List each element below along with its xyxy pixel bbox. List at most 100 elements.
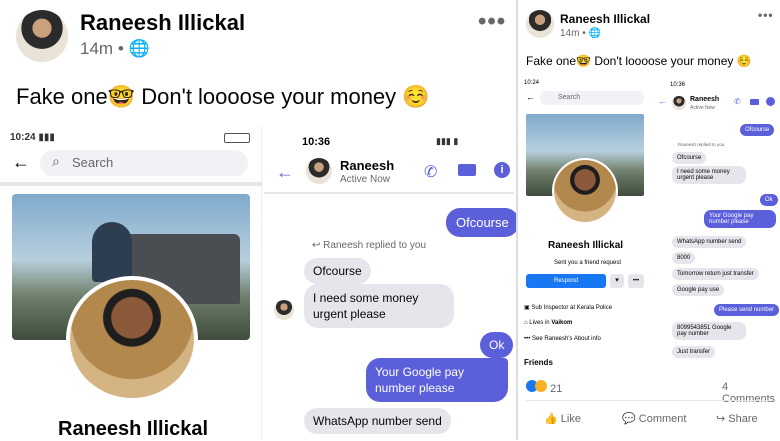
contact-status: Active Now [340, 174, 391, 185]
message-whatsapp[interactable]: WhatsApp number send [304, 408, 451, 434]
message-ofcourse-received[interactable]: Ofcourse [304, 258, 371, 284]
right-globe-icon: 🌐 [588, 28, 601, 39]
respond-more-button[interactable]: ••• [628, 274, 644, 288]
right-chat-time: 10:36 [670, 82, 686, 88]
right-author-name[interactable]: Raneesh Illickal [560, 12, 650, 26]
right-author-avatar[interactable] [526, 10, 554, 38]
right-back-icon[interactable]: ← [526, 92, 535, 102]
about-link[interactable]: ••• See Raneesh's About info [524, 336, 601, 342]
right-chat-back-icon[interactable]: ← [658, 96, 667, 106]
right-screenshot-chat: 10:36 ← Raneesh Active Now ✆ Ofcourse Ra… [654, 78, 780, 372]
right-msg-just-transfer: Just transfer [672, 346, 716, 358]
wow-reaction-icon [535, 380, 547, 392]
nerd-emoji-icon: 🤓 [107, 84, 136, 109]
right-search-placeholder: Search [558, 94, 581, 101]
comments-count[interactable]: 4 Comments [722, 381, 780, 405]
post-caption: Fake one🤓 Don't loooose your money ☺️ [16, 84, 430, 110]
work-text: Sub Inspector at Kerala Police [531, 305, 613, 311]
right-more-options-icon[interactable]: ••• [758, 8, 774, 22]
caption-rest: Don't loooose your money [141, 84, 397, 109]
lives-info: ⌂ Lives in Vaikom [524, 320, 572, 326]
back-arrow-icon[interactable]: ← [12, 152, 30, 173]
right-status-time: 10:24 [524, 80, 540, 86]
replied-text: Raneesh replied to you [323, 240, 427, 251]
post-time-text: 14m [80, 39, 114, 58]
call-icon[interactable]: ✆ [424, 162, 437, 182]
right-msg-need-money: I need some money urgent please [672, 166, 746, 184]
comment-button[interactable]: 💬 Comment [622, 412, 686, 425]
right-contact-name: Raneesh [690, 96, 720, 103]
search-bar[interactable]: ⌕ Search [40, 150, 248, 176]
sender-avatar [274, 300, 294, 320]
more-options-icon[interactable]: ••• [478, 8, 506, 36]
respond-button[interactable]: Respond [526, 274, 606, 288]
right-video-icon[interactable] [750, 99, 759, 105]
right-call-icon[interactable]: ✆ [734, 97, 741, 106]
right-msg-whatsapp: WhatsApp number send [672, 236, 747, 248]
like-label: Like [560, 413, 581, 425]
video-icon[interactable] [458, 164, 476, 176]
right-contact-status: Active Now [690, 105, 716, 111]
replied-indicator: ↩ Raneesh replied to you [312, 240, 426, 251]
friend-request-text: Sent you a friend request [554, 260, 622, 266]
respond-label: Respond [553, 278, 579, 284]
share-icon: ↪ [716, 413, 726, 425]
share-label: Share [728, 413, 758, 425]
status-bar: 10:24 ▮▮▮ [10, 132, 55, 143]
chat-signal-icon: ▮▮▮ ▮ [436, 136, 459, 146]
post-time: 14m • 🌐 [80, 39, 150, 59]
like-button[interactable]: 👍 Like [544, 412, 581, 425]
battery-icon [224, 133, 250, 143]
chat-status-time: 10:36 [302, 136, 331, 148]
contact-avatar[interactable] [306, 158, 332, 184]
message-ofcourse-sent[interactable]: Ofcourse [446, 208, 519, 237]
right-post-time: 14m • 🌐 [560, 28, 601, 39]
right-msg-gpay-number: 8099543851 Google pay number [672, 322, 746, 340]
right-nerd-emoji-icon: 🤓 [576, 54, 591, 68]
right-replied-text: Raneesh replied to you [678, 142, 725, 147]
comment-icon: 💬 [622, 413, 636, 425]
friends-heading: Friends [524, 358, 553, 367]
right-contact-avatar [672, 96, 686, 110]
profile-picture[interactable] [66, 276, 198, 402]
right-caption-text: Fake one [526, 54, 577, 68]
right-caption: Fake one🤓 Don't loooose your money ☺️ [526, 54, 752, 68]
chat-back-icon[interactable]: ← [276, 162, 294, 183]
share-button[interactable]: ↪ Share [716, 412, 758, 425]
right-msg-ofcourse-in: Ofcourse [672, 152, 707, 164]
message-need-money[interactable]: I need some money urgent please [304, 284, 454, 328]
about-dots-icon: ••• [524, 336, 531, 342]
message-google-pay[interactable]: Your Google pay number please [366, 358, 508, 402]
lives-text: Lives in [529, 320, 550, 326]
header-divider [0, 182, 262, 186]
right-smile-emoji-icon: ☺️ [736, 54, 752, 68]
right-profile-name: Raneesh Illickal [548, 240, 624, 251]
info-icon[interactable]: i [494, 162, 510, 178]
left-post-panel: Raneesh Illickal 14m • 🌐 ••• Fake one🤓 D… [0, 0, 519, 440]
author-name[interactable]: Raneesh Illickal [80, 10, 245, 36]
right-msg-gpay-use: Google pay use [672, 284, 725, 296]
right-msg-8000: 8000 [672, 252, 696, 264]
right-caption-rest: Don't loooose your money [594, 54, 734, 68]
caption-text: Fake one [16, 84, 108, 109]
reply-icon: ↩ [312, 240, 321, 251]
right-info-icon[interactable] [766, 97, 775, 106]
thumbs-up-icon: 👍 [544, 413, 558, 425]
contact-name: Raneesh [340, 158, 395, 173]
work-info: ▣ Sub Inspector at Kerala Police [524, 304, 612, 311]
smile-emoji-icon: ☺️ [402, 84, 430, 109]
chat-header-divider [264, 192, 514, 194]
reactions-summary[interactable]: 21 [526, 380, 562, 395]
city-text: Vaikom [551, 320, 573, 326]
status-time: 10:24 [10, 132, 36, 143]
author-avatar[interactable] [16, 10, 68, 62]
message-ok[interactable]: Ok [480, 332, 514, 358]
right-msg-ok: Ok [760, 194, 778, 206]
reactions-count: 21 [550, 383, 563, 395]
right-profile-picture [552, 158, 618, 224]
actions-divider [526, 400, 774, 401]
right-search-bar[interactable]: Search [540, 91, 644, 105]
screenshot-chat: 10:36 ▮▮▮ ▮ ← Raneesh Active Now ✆ i Ofc… [264, 126, 519, 440]
respond-dropdown-button[interactable]: ▾ [610, 274, 624, 288]
right-msg-ofcourse-sent: Ofcourse [740, 124, 775, 136]
